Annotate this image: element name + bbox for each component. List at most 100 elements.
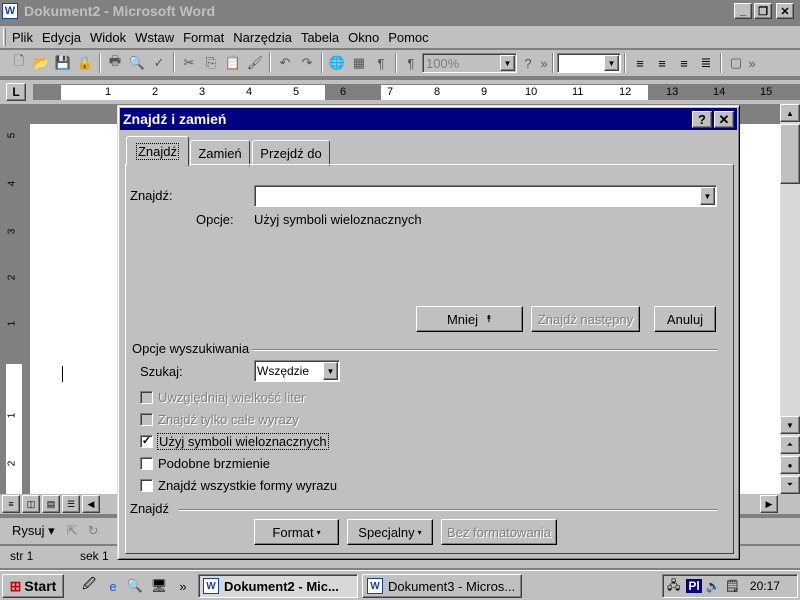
start-button[interactable]: ⊞ Start: [2, 574, 64, 598]
borders-icon[interactable]: ▢: [725, 52, 747, 74]
align-right-icon[interactable]: ≡: [673, 52, 695, 74]
align-center-icon[interactable]: ≡: [651, 52, 673, 74]
show-hide-icon[interactable]: ¶: [370, 52, 392, 74]
paste-icon[interactable]: 📋: [222, 52, 244, 74]
less-button[interactable]: Mniej ⯭: [416, 306, 523, 332]
help-button[interactable]: ?: [692, 111, 712, 128]
menu-okno[interactable]: Okno: [348, 30, 379, 45]
print-preview-icon[interactable]: 🔍: [126, 52, 148, 74]
quick-launch-overflow-icon[interactable]: »: [174, 577, 192, 595]
language-indicator[interactable]: Pl: [686, 579, 702, 593]
clock[interactable]: 20:17: [750, 579, 780, 593]
quick-launch-ie-icon[interactable]: e: [104, 577, 122, 595]
tab-goto[interactable]: Przejdź do: [252, 140, 330, 166]
tray-volume-icon[interactable]: 🔊: [706, 579, 721, 593]
find-combo[interactable]: ▼: [254, 185, 717, 207]
vruler-number: 5: [6, 132, 18, 139]
taskbar-item-dokument2[interactable]: W Dokument2 - Mic...: [198, 574, 358, 598]
close-window-button[interactable]: ✕: [776, 3, 794, 19]
dialog-close-button[interactable]: ✕: [714, 111, 734, 128]
tab-find[interactable]: Znajdź: [126, 136, 189, 166]
cut-icon[interactable]: ✂: [178, 52, 200, 74]
minimize-button[interactable]: _: [734, 3, 752, 19]
search-direction-select[interactable]: Wszędzie ▼: [254, 360, 340, 382]
dialog-title-bar[interactable]: Znajdź i zamień ? ✕: [120, 108, 737, 130]
scroll-left-icon[interactable]: ◀: [82, 495, 100, 513]
toolbar-overflow-icon[interactable]: »: [747, 52, 757, 74]
spelling-icon[interactable]: ✓: [148, 52, 170, 74]
next-page-icon[interactable]: ⏷: [780, 476, 800, 494]
tray-network-icon[interactable]: 🖧: [667, 576, 680, 597]
menu-pomoc[interactable]: Pomoc: [388, 30, 428, 45]
scroll-down-icon[interactable]: ▼: [780, 416, 800, 434]
previous-page-icon[interactable]: ⏶: [780, 436, 800, 454]
menu-plik[interactable]: Plik: [12, 30, 33, 45]
menu-tabela[interactable]: Tabela: [301, 30, 339, 45]
menu-narzedzia[interactable]: Narzędzia: [233, 30, 292, 45]
cancel-button[interactable]: Anuluj: [654, 306, 716, 332]
tray-task-icon[interactable]: 🗒: [725, 579, 740, 593]
scroll-up-icon[interactable]: ▲: [780, 104, 800, 122]
align-left-icon[interactable]: ≡: [629, 52, 651, 74]
scroll-thumb[interactable]: [780, 124, 800, 184]
vertical-scrollbar[interactable]: ▲ ▼ ⏶ ● ⏷: [780, 104, 800, 494]
chevron-down-icon[interactable]: ▼: [700, 187, 715, 205]
menu-wstaw[interactable]: Wstaw: [135, 30, 174, 45]
menu-format[interactable]: Format: [183, 30, 224, 45]
outline-view-icon[interactable]: ☰: [62, 495, 80, 513]
menu-grip[interactable]: [3, 28, 6, 46]
all-word-forms-checkbox[interactable]: Znajdź wszystkie formy wyrazu: [140, 478, 337, 493]
ruler-margin-left: [33, 85, 61, 100]
tab-replace[interactable]: Zamień: [190, 140, 250, 166]
menu-widok[interactable]: Widok: [90, 30, 126, 45]
checkbox-box: [140, 457, 153, 470]
help-icon[interactable]: ?: [517, 52, 539, 74]
tab-selector[interactable]: L: [6, 83, 26, 101]
sounds-like-checkbox[interactable]: Podobne brzmienie: [140, 456, 270, 471]
hyperlink-icon[interactable]: 🌐: [326, 52, 348, 74]
chevron-down-icon[interactable]: ▼: [604, 55, 619, 71]
horizontal-ruler[interactable]: 1 2 3 4 5 6 7 8 9 10 11 12 13 14 15: [33, 84, 800, 100]
new-document-icon[interactable]: 🗋: [8, 52, 30, 74]
permission-icon[interactable]: 🔒: [74, 52, 96, 74]
justify-icon[interactable]: ≣: [695, 52, 717, 74]
redo-icon[interactable]: ↷: [296, 52, 318, 74]
browse-object-icon[interactable]: ●: [780, 456, 800, 474]
zoom-combo[interactable]: 100% ▼: [422, 53, 517, 73]
format-button[interactable]: Format ▾: [254, 519, 339, 545]
chevron-down-icon[interactable]: ▼: [323, 362, 338, 380]
copy-icon[interactable]: ⎘: [200, 52, 222, 74]
draw-menu[interactable]: Rysuj ▾: [12, 523, 55, 539]
select-objects-icon[interactable]: ⇱: [67, 523, 78, 539]
undo-icon[interactable]: ↶: [274, 52, 296, 74]
print-icon[interactable]: 🖶: [104, 52, 126, 74]
vertical-ruler[interactable]: 5 4 3 2 1 1 2: [6, 124, 22, 494]
paragraph-mark-icon[interactable]: ¶: [400, 52, 422, 74]
toolbar-overflow-icon[interactable]: »: [539, 52, 549, 74]
find-next-button[interactable]: Znajdź następny: [531, 306, 640, 332]
match-case-checkbox[interactable]: Uwzględniaj wielkość liter: [140, 390, 305, 405]
normal-view-icon[interactable]: ≡: [2, 495, 20, 513]
word-app-icon[interactable]: W: [2, 3, 18, 19]
web-view-icon[interactable]: ◫: [22, 495, 40, 513]
wildcards-checkbox[interactable]: ✓ Użyj symboli wieloznacznych: [140, 433, 329, 450]
scroll-right-icon[interactable]: ▶: [760, 495, 778, 513]
quick-launch-channels-icon[interactable]: 🖥: [150, 577, 168, 595]
word-title-bar[interactable]: W Dokument2 - Microsoft Word _ ❐ ✕: [0, 0, 800, 22]
chevron-down-icon[interactable]: ▼: [500, 55, 515, 71]
open-icon[interactable]: 📂: [30, 52, 52, 74]
whole-words-checkbox[interactable]: Znajdź tylko całe wyrazy: [140, 412, 299, 427]
tables-icon[interactable]: ▦: [348, 52, 370, 74]
special-button[interactable]: Specjalny ▾: [347, 519, 433, 545]
quick-launch-outlook-icon[interactable]: 🖉: [80, 576, 98, 595]
save-icon[interactable]: 💾: [52, 52, 74, 74]
restore-button[interactable]: ❐: [754, 3, 772, 19]
quick-launch-search-icon[interactable]: 🔍: [126, 577, 144, 595]
taskbar-item-dokument3[interactable]: W Dokument3 - Micros...: [362, 574, 522, 598]
print-layout-icon[interactable]: ▤: [42, 495, 60, 513]
menu-edycja[interactable]: Edycja: [42, 30, 81, 45]
free-rotate-icon[interactable]: ↻: [88, 523, 99, 539]
style-combo[interactable]: ▼: [557, 53, 621, 73]
format-painter-icon[interactable]: 🖌: [244, 52, 266, 74]
no-formatting-button[interactable]: Bez formatowania: [441, 519, 557, 545]
